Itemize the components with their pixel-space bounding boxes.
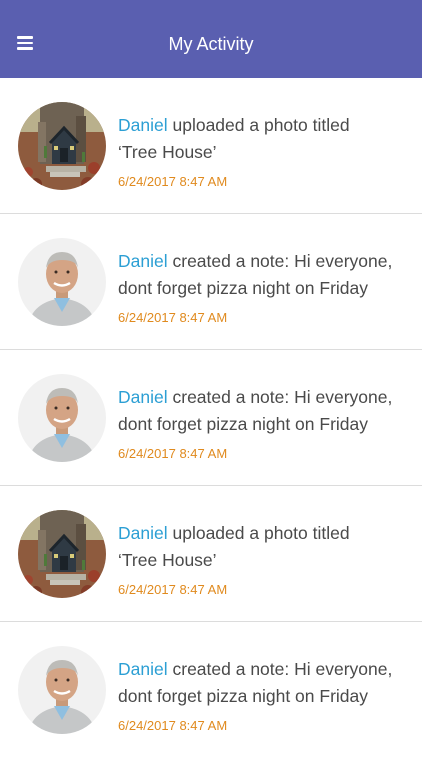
avatar[interactable] — [18, 238, 106, 326]
activity-desc: created a note: Hi everyone, — [167, 387, 393, 407]
activity-desc-cont: dont forget pizza night on Friday — [118, 278, 369, 298]
activity-text: Daniel created a note: Hi everyone, dont … — [118, 384, 408, 438]
app-header: My Activity — [0, 0, 422, 78]
avatar[interactable] — [18, 646, 106, 734]
user-link[interactable]: Daniel — [118, 523, 168, 543]
list-item[interactable]: Daniel created a note: Hi everyone, dont … — [0, 622, 422, 758]
activity-desc-cont: dont forget pizza night on Friday — [118, 686, 369, 706]
list-item[interactable]: Daniel created a note: Hi everyone, dont … — [0, 350, 422, 486]
user-link[interactable]: Daniel — [118, 251, 168, 271]
list-item[interactable]: Daniel created a note: Hi everyone, dont … — [0, 214, 422, 350]
activity-text: Daniel uploaded a photo titled ‘Tree Hous… — [118, 112, 408, 166]
list-item[interactable]: Daniel uploaded a photo titled ‘Tree Hous… — [0, 486, 422, 622]
activity-desc: created a note: Hi everyone, — [167, 659, 393, 679]
man-portrait — [18, 646, 106, 734]
man-portrait — [18, 238, 106, 326]
activity-desc: created a note: Hi everyone, — [167, 251, 393, 271]
list-item[interactable]: Daniel uploaded a photo titled ‘Tree Hous… — [0, 78, 422, 214]
tree-house-photo-thumbnail[interactable] — [18, 102, 106, 190]
tree-house-photo — [18, 510, 106, 598]
activity-desc-cont: ‘Tree House’ — [118, 550, 217, 570]
timestamp: 6/24/2017 8:47 AM — [118, 310, 228, 325]
activity-text: Daniel created a note: Hi everyone, dont … — [118, 248, 408, 302]
activity-desc-cont: dont forget pizza night on Friday — [118, 414, 369, 434]
timestamp: 6/24/2017 8:47 AM — [118, 582, 228, 597]
timestamp: 6/24/2017 8:47 AM — [118, 174, 228, 189]
man-portrait — [18, 374, 106, 462]
activity-desc: uploaded a photo titled — [167, 523, 350, 543]
timestamp: 6/24/2017 8:47 AM — [118, 718, 228, 733]
activity-text: Daniel uploaded a photo titled ‘Tree Hous… — [118, 520, 408, 574]
user-link[interactable]: Daniel — [118, 115, 168, 135]
activity-feed: Daniel uploaded a photo titled ‘Tree Hous… — [0, 78, 422, 758]
user-link[interactable]: Daniel — [118, 387, 168, 407]
timestamp: 6/24/2017 8:47 AM — [118, 446, 228, 461]
user-link[interactable]: Daniel — [118, 659, 168, 679]
activity-desc-cont: ‘Tree House’ — [118, 142, 217, 162]
avatar[interactable] — [18, 374, 106, 462]
tree-house-photo — [18, 102, 106, 190]
activity-text: Daniel created a note: Hi everyone, dont … — [118, 656, 408, 710]
tree-house-photo-thumbnail[interactable] — [18, 510, 106, 598]
page-title: My Activity — [168, 34, 254, 54]
activity-desc: uploaded a photo titled — [167, 115, 350, 135]
